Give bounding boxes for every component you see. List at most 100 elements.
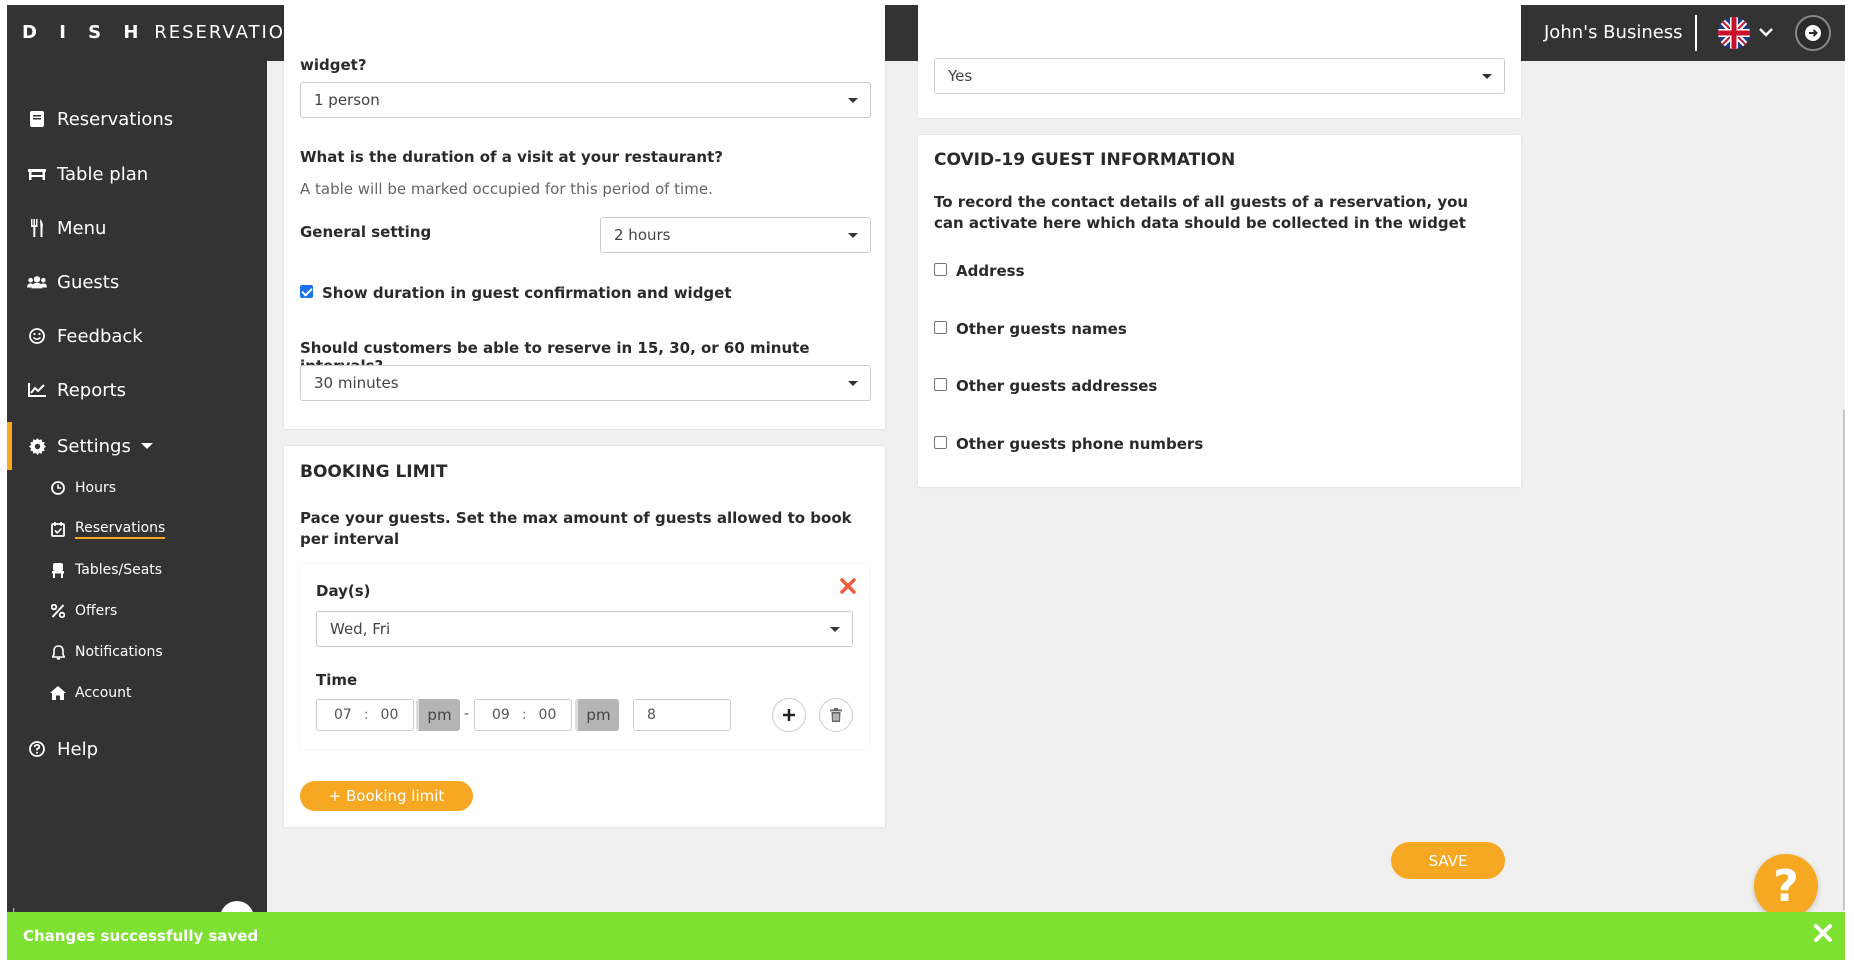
widget-min-guests-select[interactable]: 1 person	[300, 82, 871, 118]
covid-info-card: COVID-19 GUEST INFORMATION To record the…	[918, 135, 1521, 487]
general-setting-select[interactable]: 2 hours	[600, 217, 871, 253]
sidebar-item-label: Feedback	[57, 325, 143, 347]
toast-message: Changes successfully saved	[23, 927, 259, 945]
sidebar-item-label: Guests	[57, 271, 120, 293]
smile-icon	[29, 328, 45, 344]
booking-limit-entry: Day(s) Wed, Fri Time 07 : 00 pm - 09 : 0…	[300, 564, 869, 749]
bell-icon	[51, 644, 65, 660]
sidebar-item-settings[interactable]: Settings	[7, 422, 267, 470]
question-circle-icon	[29, 741, 45, 757]
widget-option-select[interactable]: Yes	[934, 58, 1505, 94]
booking-limit-card: BOOKING LIMIT Pace your guests. Set the …	[284, 446, 885, 827]
select-value: Wed, Fri	[330, 620, 391, 638]
sidebar-sub-label: Account	[75, 685, 132, 701]
add-time-slot-button[interactable]	[772, 698, 806, 732]
booking-limit-description: Pace your guests. Set the max amount of …	[300, 509, 852, 548]
sidebar-item-table-plan[interactable]: Table plan	[7, 151, 267, 197]
caret-down-icon	[848, 98, 858, 103]
success-toast: Changes successfully saved	[7, 912, 1845, 960]
duration-hint: A table will be marked occupied for this…	[300, 180, 713, 198]
cutlery-icon	[31, 219, 43, 237]
from-time-input[interactable]: 07 : 00	[316, 699, 414, 731]
sidebar-item-menu[interactable]: Menu	[7, 205, 267, 251]
show-duration-label: Show duration in guest confirmation and …	[322, 284, 732, 302]
address-option-label: Address	[956, 262, 1025, 280]
plus-icon	[783, 709, 795, 721]
from-ampm-toggle[interactable]: pm	[416, 699, 460, 731]
delete-time-slot-button[interactable]	[819, 698, 853, 732]
covid-description: To record the contact details of all gue…	[934, 193, 1469, 232]
book-icon	[30, 111, 44, 127]
sidebar-sub-tables-seats[interactable]: Tables/Seats	[7, 552, 267, 588]
uk-flag-icon[interactable]	[1718, 17, 1750, 49]
select-value: 2 hours	[614, 226, 671, 244]
logout-button[interactable]	[1795, 15, 1831, 51]
save-button[interactable]: SAVE	[1391, 842, 1505, 879]
show-duration-checkbox[interactable]	[300, 285, 313, 298]
from-minute[interactable]: 00	[381, 707, 399, 723]
address-checkbox[interactable]	[934, 263, 947, 276]
chart-icon	[28, 383, 46, 397]
sidebar-item-label: Help	[57, 738, 99, 760]
percent-icon	[51, 604, 65, 618]
other-guests-phones-label: Other guests phone numbers	[956, 435, 1204, 453]
other-guests-names-checkbox[interactable]	[934, 321, 947, 334]
to-time-input[interactable]: 09 : 00	[474, 699, 572, 731]
business-name[interactable]: John's Business	[1544, 22, 1683, 43]
time-label: Time	[316, 671, 358, 689]
other-guests-names-label: Other guests names	[956, 320, 1127, 338]
caret-down-icon	[1482, 74, 1492, 79]
from-hour[interactable]: 07	[334, 707, 352, 723]
sidebar-sub-reservations[interactable]: Reservations	[7, 511, 267, 547]
reservation-settings-card: widget? 1 person What is the duration of…	[284, 5, 885, 429]
sidebar: Reservations Table plan Menu Guests Feed…	[7, 61, 267, 960]
sidebar-sub-label: Notifications	[75, 644, 163, 660]
sidebar-sub-account[interactable]: Account	[7, 675, 267, 711]
home-icon	[50, 686, 66, 700]
sidebar-sub-label: Hours	[75, 480, 117, 496]
calendar-check-icon	[51, 521, 65, 537]
page-scrollbar[interactable]	[1843, 410, 1845, 910]
users-icon	[27, 276, 47, 289]
sidebar-sub-notifications[interactable]: Notifications	[7, 634, 267, 670]
close-icon[interactable]	[840, 578, 856, 594]
max-guests-input[interactable]: 8	[633, 699, 731, 731]
days-select[interactable]: Wed, Fri	[316, 611, 853, 647]
sidebar-item-label: Menu	[57, 217, 107, 239]
select-value: 30 minutes	[314, 374, 399, 392]
to-minute[interactable]: 00	[539, 707, 557, 723]
sidebar-item-label: Reservations	[57, 108, 174, 130]
time-colon: :	[363, 707, 369, 723]
logo-reservation: RESERVATION	[154, 22, 301, 43]
sidebar-item-reservations[interactable]: Reservations	[7, 96, 267, 142]
sidebar-item-reports[interactable]: Reports	[7, 367, 267, 413]
duration-question-label: What is the duration of a visit at your …	[300, 148, 723, 166]
caret-down-icon	[848, 233, 858, 238]
close-icon[interactable]	[1813, 923, 1833, 943]
sidebar-item-guests[interactable]: Guests	[7, 259, 267, 305]
sidebar-sub-hours[interactable]: Hours	[7, 470, 267, 506]
sidebar-item-feedback[interactable]: Feedback	[7, 313, 267, 359]
other-guests-phones-checkbox[interactable]	[934, 436, 947, 449]
sidebar-sub-offers[interactable]: Offers	[7, 593, 267, 629]
other-guests-addresses-checkbox[interactable]	[934, 378, 947, 391]
booking-limit-title: BOOKING LIMIT	[300, 462, 448, 482]
widget-question-label: widget?	[300, 56, 367, 74]
sidebar-item-label: Settings	[57, 435, 131, 457]
header-divider	[1695, 15, 1697, 51]
to-ampm-toggle[interactable]: pm	[575, 699, 619, 731]
sidebar-item-help[interactable]: Help	[7, 726, 267, 772]
gear-icon	[28, 437, 46, 455]
add-booking-limit-button[interactable]: + Booking limit	[300, 781, 473, 811]
app-logo[interactable]: D I S H RESERVATION	[22, 22, 300, 43]
interval-select[interactable]: 30 minutes	[300, 365, 871, 401]
help-chat-button[interactable]: ?	[1754, 854, 1818, 918]
sidebar-sub-label: Reservations	[75, 520, 166, 539]
time-range-dash: -	[464, 706, 470, 722]
select-value: 1 person	[314, 91, 380, 109]
chevron-down-icon[interactable]	[1757, 21, 1775, 45]
to-hour[interactable]: 09	[492, 707, 510, 723]
logo-dish: D I S H	[22, 22, 147, 43]
caret-down-icon	[830, 627, 840, 632]
caret-down-icon	[140, 443, 153, 449]
